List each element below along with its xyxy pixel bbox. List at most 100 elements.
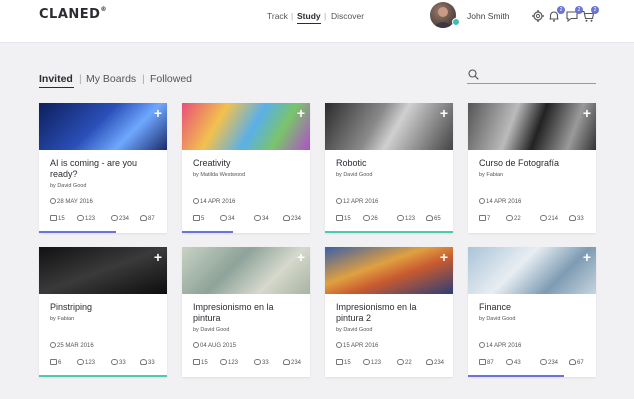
heart-icon <box>426 359 433 365</box>
stat-likes-value: 33 <box>577 216 584 222</box>
board-title[interactable]: AI is coming - are you ready? <box>50 158 160 180</box>
add-board-icon[interactable]: + <box>297 250 305 264</box>
board-card[interactable]: + Finance by David Good 14 APR 2016 87 4… <box>468 247 596 377</box>
stat-members: 26 <box>363 215 378 222</box>
stat-likes: 234 <box>283 359 301 366</box>
stat-members: 43 <box>506 359 521 366</box>
board-cover-image[interactable] <box>39 103 167 150</box>
board-title[interactable]: Impresionismo en la pintura 2 <box>336 302 446 324</box>
stat-comments-value: 234 <box>119 216 130 222</box>
clock-icon <box>193 342 199 348</box>
search-input[interactable] <box>483 68 593 82</box>
board-card[interactable]: + Curso de Fotografía by Fabian 14 APR 2… <box>468 103 596 233</box>
progress-bar <box>39 231 116 233</box>
board-date-text: 14 APR 2016 <box>486 199 522 205</box>
document-icon <box>479 359 486 365</box>
nav-track[interactable]: Track <box>267 11 288 21</box>
claned-logo[interactable]: CLANED® <box>39 6 107 22</box>
clock-icon <box>479 342 485 348</box>
stat-likes: 234 <box>283 215 301 222</box>
comment-icon <box>254 359 261 365</box>
board-title[interactable]: Curso de Fotografía <box>479 158 589 169</box>
stat-members: 123 <box>77 359 95 366</box>
bell-icon[interactable]: 2 <box>547 6 565 23</box>
board-cover-image[interactable] <box>39 247 167 294</box>
progress-bar <box>468 375 564 377</box>
clock-icon <box>479 198 485 204</box>
add-board-icon[interactable]: + <box>154 106 162 120</box>
board-cover-image[interactable] <box>325 103 453 150</box>
people-icon <box>220 359 227 365</box>
stat-likes-value: 234 <box>291 360 302 366</box>
user-name[interactable]: John Smith <box>467 11 510 21</box>
cart-badge: 2 <box>591 6 599 14</box>
add-board-icon[interactable]: + <box>440 106 448 120</box>
stat-comments-value: 123 <box>405 216 416 222</box>
stat-materials-value: 15 <box>344 216 351 222</box>
stat-members-value: 26 <box>371 216 378 222</box>
board-title[interactable]: Pinstriping <box>50 302 160 313</box>
stat-comments-value: 33 <box>262 360 269 366</box>
board-card[interactable]: + Impresionismo en la pintura by David G… <box>182 247 310 377</box>
top-header: CLANED® Track | Study | Discover John Sm… <box>0 0 634 43</box>
stat-materials: 15 <box>336 359 351 366</box>
cart-icon[interactable]: 2 <box>581 6 599 23</box>
add-board-icon[interactable]: + <box>297 106 305 120</box>
tab-my-boards[interactable]: My Boards <box>86 73 136 85</box>
stat-comments-value: 214 <box>548 216 559 222</box>
comment-icon <box>254 215 261 221</box>
stat-members-value: 34 <box>228 216 235 222</box>
stat-likes: 33 <box>569 215 584 222</box>
tab-invited[interactable]: Invited <box>39 73 73 85</box>
board-date: 12 APR 2016 <box>336 198 378 205</box>
board-card[interactable]: + Robotic by David Good 12 APR 2016 15 2… <box>325 103 453 233</box>
stat-likes: 87 <box>140 215 155 222</box>
board-date-text: 04 AUG 2015 <box>200 343 237 349</box>
stat-materials-value: 87 <box>487 360 494 366</box>
board-cover-image[interactable] <box>468 247 596 294</box>
board-cover-image[interactable] <box>325 247 453 294</box>
stat-comments-value: 234 <box>548 360 559 366</box>
board-card[interactable]: + Pinstriping by Fabian 25 MAR 2016 6 12… <box>39 247 167 377</box>
board-author: by David Good <box>336 172 373 178</box>
add-board-icon[interactable]: + <box>583 106 591 120</box>
nav-discover[interactable]: Discover <box>331 11 364 21</box>
add-board-icon[interactable]: + <box>440 250 448 264</box>
board-title[interactable]: Creativity <box>193 158 303 169</box>
board-title[interactable]: Finance <box>479 302 589 313</box>
board-cover-image[interactable] <box>182 103 310 150</box>
board-title[interactable]: Impresionismo en la pintura <box>193 302 303 324</box>
tab-followed[interactable]: Followed <box>150 73 192 85</box>
gear-icon[interactable] <box>531 9 545 23</box>
board-date-text: 14 APR 2016 <box>200 199 236 205</box>
tab-divider: | <box>142 73 145 85</box>
search-box[interactable] <box>467 68 596 84</box>
board-cover-image[interactable] <box>182 247 310 294</box>
board-author: by Fabian <box>50 316 75 322</box>
add-board-icon[interactable]: + <box>154 250 162 264</box>
stat-comments: 22 <box>397 359 412 366</box>
board-author: by David Good <box>193 327 230 333</box>
board-card[interactable]: + Impresionismo en la pintura 2 by David… <box>325 247 453 377</box>
clock-icon <box>50 342 56 348</box>
people-icon <box>506 215 513 221</box>
chat-icon[interactable]: 2 <box>565 6 583 23</box>
nav-study[interactable]: Study <box>297 11 321 24</box>
stat-likes-value: 234 <box>291 216 302 222</box>
document-icon <box>50 215 57 221</box>
document-icon <box>50 359 57 365</box>
stat-materials-value: 6 <box>58 360 62 366</box>
board-card[interactable]: + Creativity by Matilda Westwood 14 APR … <box>182 103 310 233</box>
board-cover-image[interactable] <box>468 103 596 150</box>
add-board-icon[interactable]: + <box>583 250 591 264</box>
stat-materials: 87 <box>479 359 494 366</box>
comment-icon <box>111 215 118 221</box>
stat-comments-value: 33 <box>119 360 126 366</box>
stat-comments-value: 34 <box>262 216 269 222</box>
stat-likes-value: 33 <box>148 360 155 366</box>
document-icon <box>193 359 200 365</box>
board-card[interactable]: + AI is coming - are you ready? by David… <box>39 103 167 233</box>
board-date: 14 APR 2016 <box>193 198 235 205</box>
board-title[interactable]: Robotic <box>336 158 446 169</box>
board-date: 28 MAY 2016 <box>50 198 93 205</box>
